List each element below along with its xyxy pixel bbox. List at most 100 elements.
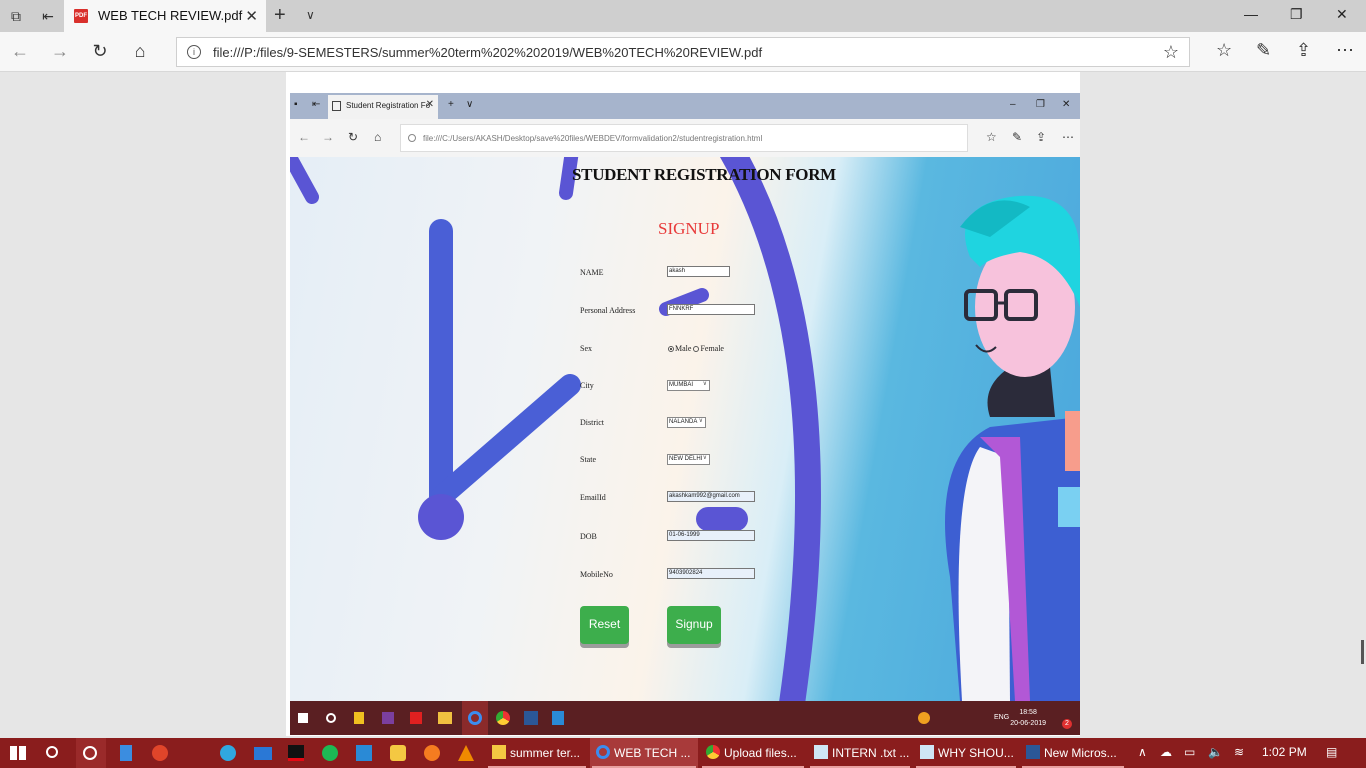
city-label: City bbox=[580, 381, 594, 390]
district-value: NALANDA bbox=[669, 419, 698, 425]
male-radio[interactable] bbox=[668, 346, 674, 353]
tray-chevron-up-icon[interactable]: ∧ bbox=[1138, 745, 1147, 759]
forward-icon[interactable]: → bbox=[48, 41, 72, 62]
volume-icon[interactable]: 🔈 bbox=[1208, 745, 1223, 759]
address-bar-row: ← → ↻ ⌂ i file:///P:/files/9-SEMESTERS/s… bbox=[0, 32, 1366, 72]
python-icon[interactable] bbox=[390, 745, 406, 761]
vscode-icon[interactable] bbox=[356, 745, 372, 761]
dob-label: DOB bbox=[580, 532, 597, 541]
email-label: EmailId bbox=[580, 493, 606, 502]
chevron-down-icon[interactable]: ∨ bbox=[306, 8, 315, 22]
reset-button[interactable]: Reset bbox=[580, 606, 629, 644]
mobile-label: MobileNo bbox=[580, 570, 613, 579]
district-label: District bbox=[580, 418, 604, 427]
inner-pen-icon: ✎ bbox=[1012, 130, 1023, 144]
inner-new-tab-icon: + bbox=[448, 99, 454, 110]
tab-close-icon[interactable]: ✕ bbox=[245, 7, 258, 25]
city-select[interactable]: MUMBAI ∨ bbox=[667, 380, 710, 391]
inner-date: 20-06-2019 bbox=[1010, 720, 1046, 727]
tab-title: WEB TECH REVIEW.pdf bbox=[98, 8, 243, 23]
windows-taskbar: summer ter... WEB TECH ... Upload files.… bbox=[0, 738, 1366, 768]
email-input[interactable]: akashkam992@gmail.com bbox=[667, 491, 755, 502]
taskbar-clock[interactable]: 1:02 PM bbox=[1262, 745, 1307, 759]
sex-radio-group: Male Female bbox=[668, 344, 724, 353]
name-input[interactable]: akash bbox=[667, 266, 730, 277]
female-radio[interactable] bbox=[693, 346, 700, 353]
inner-edge-icon bbox=[468, 711, 482, 725]
taskbar-app-3[interactable]: INTERN .txt ... bbox=[808, 738, 912, 768]
action-center-icon[interactable]: ▤ bbox=[1326, 745, 1337, 759]
inner-cortana-icon bbox=[326, 713, 336, 723]
inner-forward-icon: → bbox=[322, 130, 334, 144]
share-icon[interactable]: ⇪ bbox=[1296, 40, 1311, 61]
netflix-icon[interactable] bbox=[288, 745, 304, 761]
inner-tab-title: Student Registration Fo bbox=[346, 101, 431, 110]
name-label: NAME bbox=[580, 268, 604, 277]
app-p-icon[interactable] bbox=[152, 745, 168, 761]
taskbar-app-5[interactable]: New Micros... bbox=[1020, 738, 1126, 768]
firefox-icon[interactable] bbox=[424, 745, 440, 761]
inner-tab-registration: Student Registration Fo ✕ bbox=[328, 95, 438, 119]
address-input[interactable]: FNNKRF bbox=[667, 304, 755, 315]
onedrive-icon[interactable]: ☁ bbox=[1160, 745, 1172, 759]
set-tabs-aside-icon[interactable]: ⇤ bbox=[38, 6, 58, 26]
inner-close-icon: ✕ bbox=[1062, 99, 1071, 110]
search-icon[interactable] bbox=[46, 746, 58, 758]
taskbar-app-1[interactable]: WEB TECH ... bbox=[590, 738, 698, 768]
pen-icon[interactable]: ✎ bbox=[1256, 40, 1271, 61]
inner-url-text: file:///C:/Users/AKASH/Desktop/save%20fi… bbox=[423, 134, 763, 143]
home-icon[interactable]: ⌂ bbox=[128, 41, 152, 62]
favorite-star-icon[interactable]: ☆ bbox=[1163, 42, 1179, 63]
cortana-icon[interactable] bbox=[83, 746, 97, 760]
inner-more-icon: ⋯ bbox=[1062, 130, 1074, 144]
new-tab-icon[interactable]: + bbox=[274, 4, 286, 27]
more-icon[interactable]: ⋯ bbox=[1336, 40, 1354, 61]
notepad-icon bbox=[814, 745, 828, 759]
taskbar-app-0[interactable]: summer ter... bbox=[486, 738, 588, 768]
district-select[interactable]: NALANDA ∨ bbox=[667, 417, 706, 428]
inner-tabs-aside-icon: ⇤ bbox=[312, 99, 321, 110]
form-title: STUDENT REGISTRATION FORM bbox=[572, 165, 836, 184]
info-icon[interactable]: i bbox=[187, 45, 201, 59]
taskbar-app-label: INTERN .txt ... bbox=[832, 746, 910, 760]
signup-button[interactable]: Signup bbox=[667, 606, 721, 644]
spotify-icon[interactable] bbox=[322, 745, 338, 761]
inner-lang: ENG bbox=[994, 714, 1010, 721]
inner-onenote-icon bbox=[382, 712, 394, 724]
wifi-icon[interactable]: ≋ bbox=[1234, 745, 1244, 759]
inner-app-icon bbox=[410, 712, 422, 724]
telegram-icon[interactable] bbox=[220, 745, 236, 761]
tab-preview-icon[interactable]: ⧉ bbox=[6, 6, 26, 26]
back-icon[interactable]: ← bbox=[8, 41, 32, 62]
url-text: file:///P:/files/9-SEMESTERS/summer%20te… bbox=[213, 45, 763, 60]
dob-input[interactable]: 01-06-1999 bbox=[667, 530, 755, 541]
minimize-icon[interactable]: — bbox=[1244, 6, 1258, 22]
state-select[interactable]: NEW DELHI ∨ bbox=[667, 454, 710, 465]
refresh-icon[interactable]: ↻ bbox=[88, 41, 112, 62]
inner-start-icon bbox=[298, 713, 308, 723]
tab-web-tech-review[interactable]: PDF WEB TECH REVIEW.pdf ✕ bbox=[64, 0, 266, 32]
windows-start-icon[interactable] bbox=[10, 746, 26, 760]
favorites-icon[interactable]: ☆ bbox=[1216, 40, 1232, 61]
taskbar-app-2[interactable]: Upload files... bbox=[700, 738, 806, 768]
city-value: MUMBAI bbox=[669, 382, 693, 388]
sex-label: Sex bbox=[580, 344, 592, 353]
close-window-icon[interactable]: ✕ bbox=[1336, 6, 1348, 23]
restore-icon[interactable]: ❐ bbox=[1290, 6, 1303, 23]
phone-icon[interactable] bbox=[120, 745, 132, 761]
url-field[interactable]: i file:///P:/files/9-SEMESTERS/summer%20… bbox=[176, 37, 1190, 67]
taskbar-app-4[interactable]: WHY SHOU... bbox=[914, 738, 1018, 768]
mobile-input[interactable]: 9403902824 bbox=[667, 568, 755, 579]
registration-page: STUDENT REGISTRATION FORM SIGNUP NAME ak… bbox=[290, 157, 1080, 701]
inner-share-icon: ⇪ bbox=[1036, 130, 1047, 144]
inner-clock: 18:58 20-06-2019 bbox=[1010, 707, 1046, 729]
scrollbar-thumb[interactable] bbox=[1361, 640, 1364, 664]
mail-icon[interactable] bbox=[254, 747, 272, 760]
browser-tab-bar: ⧉ ⇤ PDF WEB TECH REVIEW.pdf ✕ + ∨ — ❐ ✕ bbox=[0, 0, 1366, 32]
battery-icon[interactable]: ▭ bbox=[1184, 745, 1195, 759]
inner-favorites-icon: ☆ bbox=[986, 130, 997, 144]
inner-minimize-icon: – bbox=[1010, 99, 1016, 110]
inner-notif-badge: 2 bbox=[1062, 719, 1072, 729]
vlc-icon[interactable] bbox=[458, 745, 474, 761]
inner-info-icon bbox=[408, 134, 416, 142]
